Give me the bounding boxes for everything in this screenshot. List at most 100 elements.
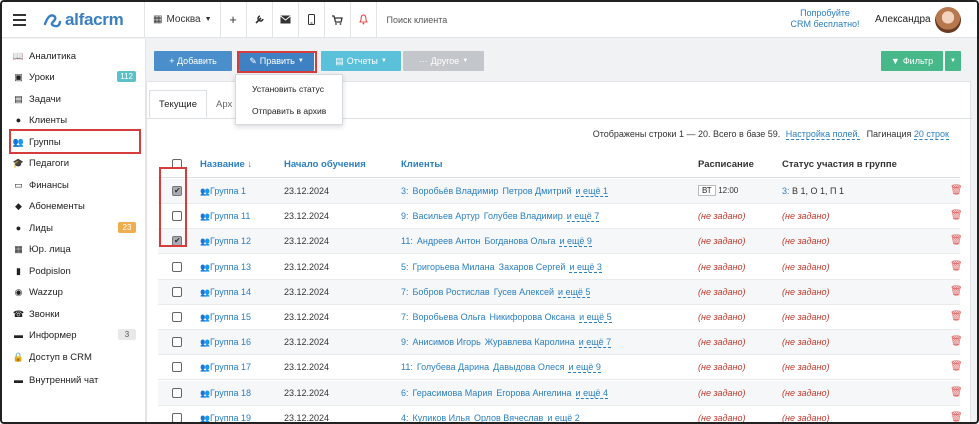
wrench-icon[interactable] (247, 2, 272, 38)
trash-icon[interactable]: 🗑 (950, 261, 963, 272)
sidebar-item-finance[interactable]: ▭ Финансы (12, 176, 138, 194)
more-clients-link[interactable]: и ещё 4 (575, 387, 608, 399)
cart-icon[interactable] (325, 2, 350, 38)
sidebar-item-leads[interactable]: ● Лиды 23 (12, 219, 138, 237)
group-name-link[interactable]: Группа 1 (210, 186, 246, 196)
sidebar-item-internal-chat[interactable]: ▬ Внутренний чат (12, 371, 138, 389)
more-clients-link[interactable]: и ещё 5 (557, 286, 591, 298)
group-name-link[interactable]: Группа 15 (210, 312, 251, 322)
table-row[interactable]: 👥Группа 1 23.12.2024 3: Воробьёв ВладимирПе… (158, 179, 963, 204)
trash-icon[interactable]: 🗑 (950, 387, 963, 398)
table-row[interactable]: 👥Группа 11 23.12.2024 9: Васильев Артур Голу… (158, 204, 963, 230)
table-row[interactable]: 👥Группа 14 23.12.2024 7: Бобров Ростислав Гу… (158, 279, 963, 305)
more-clients-link[interactable]: и ещё 2 (547, 412, 580, 422)
client-link[interactable]: Васильев Артур (413, 211, 480, 221)
header-clients[interactable]: Клиенты (401, 159, 442, 170)
client-link[interactable]: Журавлева Каролина (485, 337, 575, 347)
archive-menu-item[interactable]: Отправить в архив (252, 106, 326, 116)
client-link[interactable]: Герасимова Мария (413, 388, 493, 398)
group-name-link[interactable]: Группа 11 (210, 211, 250, 221)
group-cell[interactable]: 👥Группа 14 (200, 287, 251, 297)
group-cell[interactable]: 👥Группа 18 (200, 388, 251, 398)
table-row[interactable]: 👥Группа 19 23.12.2024 4: Куликов Илья Орлов … (158, 406, 963, 422)
row-checkbox[interactable] (172, 412, 182, 422)
sidebar-item-calls[interactable]: ☎ Звонки (12, 305, 138, 323)
group-cell[interactable]: 👥Группа 15 (200, 312, 251, 322)
mail-icon[interactable] (273, 2, 298, 38)
header-start[interactable]: Начало обучения (284, 159, 366, 170)
mobile-icon[interactable] (299, 2, 324, 38)
field-settings-link[interactable]: Настройка полей. (785, 129, 861, 140)
logo[interactable]: alfacrm (42, 10, 144, 30)
sidebar-item-wazzup[interactable]: ◉ Wazzup (12, 283, 138, 301)
group-cell[interactable]: 👥Группа 13 (200, 262, 251, 272)
client-link[interactable]: Егорова Ангелина (496, 388, 571, 398)
sidebar-item-subscriptions[interactable]: ◆ Абонементы (12, 197, 138, 215)
more-clients-link[interactable]: и ещё 7 (578, 337, 612, 349)
group-cell[interactable]: 👥Группа 11 (200, 211, 250, 221)
client-link[interactable]: Анисимов Игорь (413, 337, 481, 347)
group-cell[interactable]: 👥Группа 16 (200, 337, 251, 347)
sidebar-item-crm-access[interactable]: 🔒 Доступ в CRM (12, 348, 138, 366)
group-name-link[interactable]: Группа 16 (210, 337, 251, 347)
sidebar-item-lessons[interactable]: ▣ Уроки 112 (12, 68, 138, 86)
client-link[interactable]: Орлов Вячеслав (474, 413, 543, 422)
trash-icon[interactable]: 🗑 (950, 286, 963, 297)
client-link[interactable]: Захаров Сергей (499, 262, 566, 272)
table-row[interactable]: 👥Группа 16 23.12.2024 9: Анисимов Игорь Жура… (158, 330, 963, 356)
row-checkbox[interactable] (172, 337, 182, 348)
client-link[interactable]: Бобров Ростислав (413, 287, 490, 297)
group-name-link[interactable]: Группа 14 (210, 287, 251, 297)
group-name-link[interactable]: Группа 17 (210, 362, 251, 372)
plus-icon[interactable]: + (221, 2, 246, 38)
sidebar-item-legal-entities[interactable]: ▦ Юр. лица (12, 240, 138, 258)
client-link[interactable]: Григорьева Милана (413, 262, 495, 272)
trash-icon[interactable]: 🗑 (950, 361, 963, 372)
client-link[interactable]: Голубев Владимир (484, 211, 563, 221)
trash-icon[interactable]: 🗑 (950, 412, 963, 422)
sidebar-item-clients[interactable]: ● Клиенты (12, 111, 138, 129)
more-clients-link[interactable]: и ещё 7 (566, 211, 600, 223)
more-clients-link[interactable]: и ещё 5 (579, 312, 612, 323)
filter-button[interactable]: ▼ Фильтр (881, 51, 943, 71)
tab-current[interactable]: Текущие (149, 90, 207, 118)
avatar[interactable] (935, 7, 961, 33)
table-row[interactable]: 👥Группа 18 23.12.2024 6: Герасимова Мария Ег… (158, 380, 963, 406)
sidebar-item-teachers[interactable]: 🎓 Педагоги (12, 154, 138, 172)
trash-icon[interactable]: 🗑 (950, 210, 963, 221)
row-checkbox[interactable] (172, 362, 182, 373)
trial-link[interactable]: Попробуйте CRM бесплатно! (785, 8, 865, 30)
group-name-link[interactable]: Группа 13 (210, 262, 251, 272)
sidebar-item-podpislon[interactable]: ▮ Podpislon (12, 262, 138, 280)
city-selector[interactable]: ▦ Москва ▼ (145, 2, 220, 38)
more-clients-link[interactable]: и ещё 3 (569, 261, 602, 273)
client-link[interactable]: Гусев Алексей (494, 287, 554, 297)
group-cell[interactable]: 👥Группа 19 (200, 413, 251, 422)
group-cell[interactable]: 👥Группа 17 (200, 362, 251, 372)
table-row[interactable]: 👥Группа 13 23.12.2024 5: Григорьева Милана З… (158, 255, 963, 280)
client-link[interactable]: Воробьёв Владимир (413, 186, 499, 196)
trash-icon[interactable]: 🗑 (950, 336, 963, 347)
table-row[interactable]: 👥Группа 12 23.12.2024 11: Андреев АнтонБогд… (158, 229, 963, 255)
trash-icon[interactable]: 🗑 (950, 185, 963, 196)
group-cell[interactable]: 👥Группа 12 (200, 236, 251, 246)
sidebar-item-tasks[interactable]: ▤ Задачи (12, 90, 138, 108)
client-search-input[interactable]: Поиск клиента (387, 15, 687, 25)
table-row[interactable]: 👥Группа 15 23.12.2024 7: Воробьева Ольга Ник… (158, 305, 963, 330)
client-link[interactable]: Воробьева Ольга (413, 312, 486, 322)
row-checkbox[interactable] (172, 261, 182, 272)
user-name[interactable]: Александра (875, 14, 931, 25)
client-link[interactable]: Богданова Ольга (484, 236, 555, 246)
group-name-link[interactable]: Группа 12 (210, 236, 251, 246)
filter-menu-button[interactable]: ▼ (945, 51, 961, 71)
other-button[interactable]: ··· Другое ▼ (403, 51, 484, 71)
client-link[interactable]: Никифорова Оксана (490, 312, 576, 322)
header-name[interactable]: Название ↓ (200, 159, 252, 170)
client-link[interactable]: Куликов Илья (413, 413, 470, 422)
row-checkbox[interactable] (172, 312, 182, 322)
add-button[interactable]: + Добавить (154, 51, 232, 71)
table-row[interactable]: 👥Группа 17 23.12.2024 11: Голубева Дарина Да… (158, 355, 963, 381)
more-clients-link[interactable]: и ещё 9 (568, 362, 601, 374)
more-clients-link[interactable]: и ещё 9 (559, 236, 592, 248)
group-name-link[interactable]: Группа 19 (210, 413, 251, 422)
